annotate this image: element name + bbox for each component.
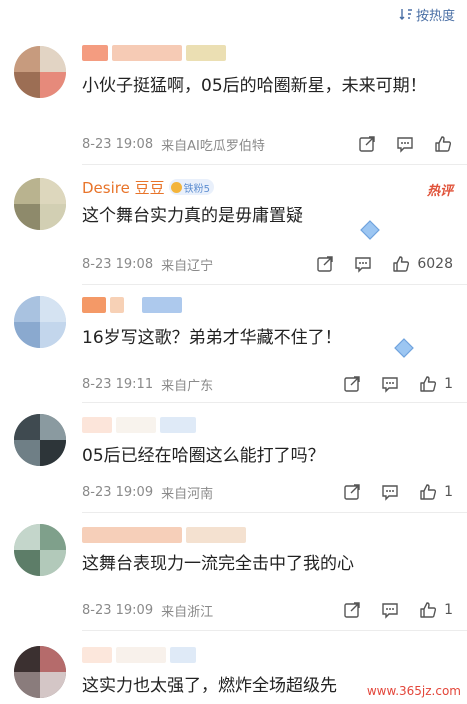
comment-time: 8-23 19:11	[82, 376, 154, 392]
divider	[82, 630, 467, 631]
share-button[interactable]	[357, 134, 377, 154]
comment-time: 8-23 19:08	[82, 136, 154, 152]
reply-button[interactable]	[395, 134, 415, 154]
comment-icon	[397, 137, 413, 153]
divider	[82, 512, 467, 513]
comment-icon	[382, 603, 398, 619]
share-icon	[344, 484, 360, 500]
watermark: www.365jz.com	[366, 684, 461, 698]
share-icon	[317, 256, 334, 272]
like-count: 1	[444, 376, 453, 392]
comment-source: 来自AI吃瓜罗伯特	[161, 138, 265, 154]
reply-button[interactable]	[353, 254, 373, 274]
avatar[interactable]	[14, 46, 66, 98]
thumbs-up-icon	[420, 376, 437, 392]
comment-text: 05后已经在哈圈这么能打了吗？	[82, 446, 325, 466]
divider	[82, 284, 467, 285]
thumbs-up-icon	[393, 256, 410, 272]
divider	[82, 164, 467, 165]
reply-button[interactable]	[380, 374, 400, 394]
comment-time: 8-23 19:09	[82, 602, 154, 618]
thumbs-up-icon	[420, 602, 437, 618]
share-button[interactable]	[315, 254, 335, 274]
comment-source: 来自浙江	[161, 604, 214, 620]
comment-text: 这舞台表现力一流完全击中了我的心	[82, 554, 354, 574]
sort-label: 按热度	[415, 8, 455, 24]
like-count: 6028	[417, 256, 453, 272]
comment-text: 这个舞台实力真的是毋庸置疑	[82, 206, 303, 226]
share-button[interactable]	[342, 600, 362, 620]
share-button[interactable]	[342, 374, 362, 394]
comment-icon	[382, 377, 398, 393]
reply-button[interactable]	[380, 482, 400, 502]
avatar[interactable]	[14, 296, 66, 348]
thumbs-up-icon	[420, 484, 437, 500]
username-blurred[interactable]	[82, 42, 226, 64]
avatar[interactable]	[14, 524, 66, 576]
like-count: 1	[444, 602, 453, 618]
fan-badge: 铁粉5	[168, 179, 214, 195]
comment-source: 来自辽宁	[161, 258, 214, 274]
like-count: 1	[444, 484, 453, 500]
like-button[interactable]	[433, 134, 453, 154]
avatar[interactable]	[14, 646, 66, 698]
thumbs-up-icon	[435, 136, 452, 152]
avatar[interactable]	[14, 414, 66, 466]
badge-gem-icon	[170, 181, 182, 193]
username-blurred[interactable]	[82, 524, 246, 546]
avatar[interactable]	[14, 178, 66, 230]
like-button[interactable]: 1	[418, 600, 453, 620]
sort-by-hot-button[interactable]: 按热度	[399, 4, 455, 24]
share-button[interactable]	[342, 482, 362, 502]
like-button[interactable]: 1	[418, 374, 453, 394]
username-blurred[interactable]	[82, 644, 196, 666]
comment-time: 8-23 19:08	[82, 256, 154, 272]
hot-comment-tag: 热评	[426, 184, 453, 199]
comment-source: 来自河南	[161, 486, 214, 502]
share-icon	[344, 376, 360, 392]
username[interactable]: Desire 豆豆	[82, 177, 165, 198]
diamond-bubble-icon	[394, 338, 414, 358]
comment-text: 小伙子挺猛啊，05后的哈圈新星，未来可期！	[82, 76, 427, 96]
comment-icon	[355, 257, 372, 273]
share-icon	[359, 136, 375, 152]
diamond-bubble-icon	[360, 220, 380, 240]
comment-source: 来自广东	[161, 378, 214, 394]
divider	[82, 402, 467, 403]
username-blurred[interactable]	[82, 294, 182, 316]
share-icon	[344, 602, 360, 618]
comment-icon	[382, 485, 398, 501]
like-button[interactable]: 1	[418, 482, 453, 502]
comment-time: 8-23 19:09	[82, 484, 154, 500]
like-button[interactable]: 6028	[391, 254, 453, 274]
reply-button[interactable]	[380, 600, 400, 620]
username-blurred[interactable]	[82, 414, 196, 436]
sort-icon	[399, 9, 412, 20]
